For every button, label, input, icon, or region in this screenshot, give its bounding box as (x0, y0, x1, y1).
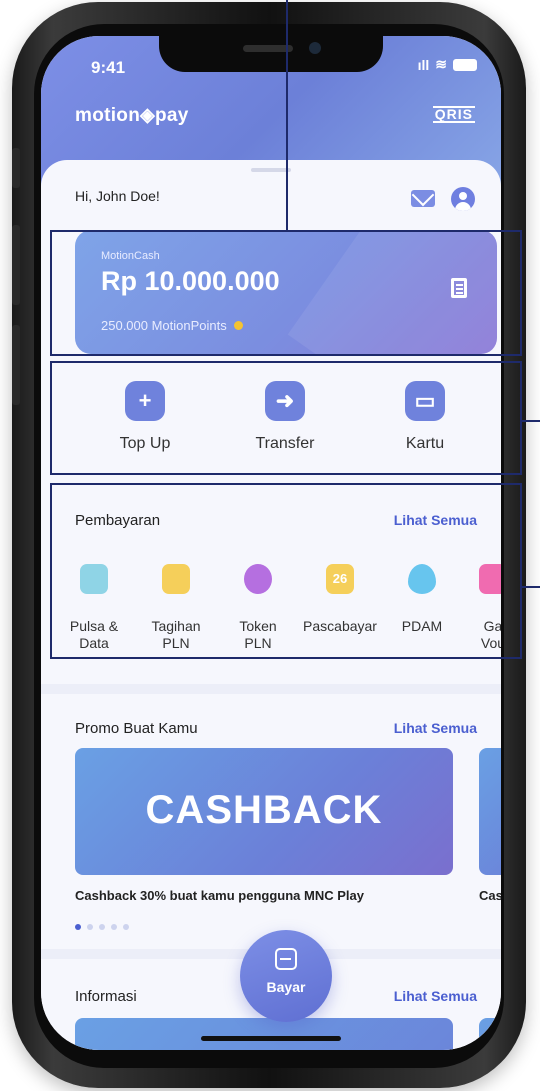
carousel-dot[interactable] (123, 924, 129, 930)
info-see-all-link[interactable]: Lihat Semua (394, 988, 477, 1004)
carousel-dots[interactable] (75, 924, 129, 930)
mail-icon[interactable] (411, 190, 435, 207)
section-divider (41, 684, 501, 694)
carousel-dot[interactable] (111, 924, 117, 930)
promo-banner-text: CASHBACK (145, 788, 383, 832)
promo-caption: Cashback 30% buat kamu pengguna MNC Play (75, 888, 364, 903)
volume-down-button (12, 325, 20, 405)
promo-caption-next: Cashb (479, 888, 501, 903)
status-time: 9:41 (91, 58, 126, 77)
info-banner-next[interactable] (479, 1018, 501, 1050)
pay-label: Bayar (266, 979, 306, 995)
scan-icon (275, 948, 297, 970)
info-banner[interactable] (75, 1018, 453, 1050)
promo-banner[interactable]: CASHBACK (75, 748, 453, 875)
carousel-dot[interactable] (87, 924, 93, 930)
profile-icon[interactable] (451, 187, 475, 211)
brand-logo: motion◈pay (75, 105, 189, 126)
carousel-dot[interactable] (75, 924, 81, 930)
battery-icon (453, 58, 477, 71)
promo-title: Promo Buat Kamu (75, 720, 198, 737)
promo-see-all-link[interactable]: Lihat Semua (394, 720, 477, 736)
carousel-dot[interactable] (99, 924, 105, 930)
status-icons: ıll ≋ (418, 56, 477, 73)
signal-icon: ıll (417, 56, 430, 73)
annotation-box-actions (50, 361, 522, 475)
annotation-box-payments (50, 483, 522, 659)
mute-switch (12, 148, 20, 188)
annotation-box-wallet (50, 230, 522, 356)
wifi-icon: ≋ (435, 56, 447, 72)
sheet-handle[interactable] (251, 168, 291, 172)
annotation-line-payments (522, 586, 540, 588)
notch (159, 36, 383, 72)
annotation-line-actions (522, 420, 540, 422)
home-indicator (201, 1036, 341, 1041)
annotation-line-top (286, 0, 288, 232)
greeting-text: Hi, John Doe! (75, 188, 160, 204)
qris-button[interactable]: QRIS (432, 106, 475, 123)
promo-banner-next[interactable] (479, 748, 501, 875)
front-camera (309, 42, 321, 54)
volume-up-button (12, 225, 20, 305)
info-title: Informasi (75, 988, 137, 1005)
pay-button[interactable]: Bayar (240, 930, 332, 1022)
